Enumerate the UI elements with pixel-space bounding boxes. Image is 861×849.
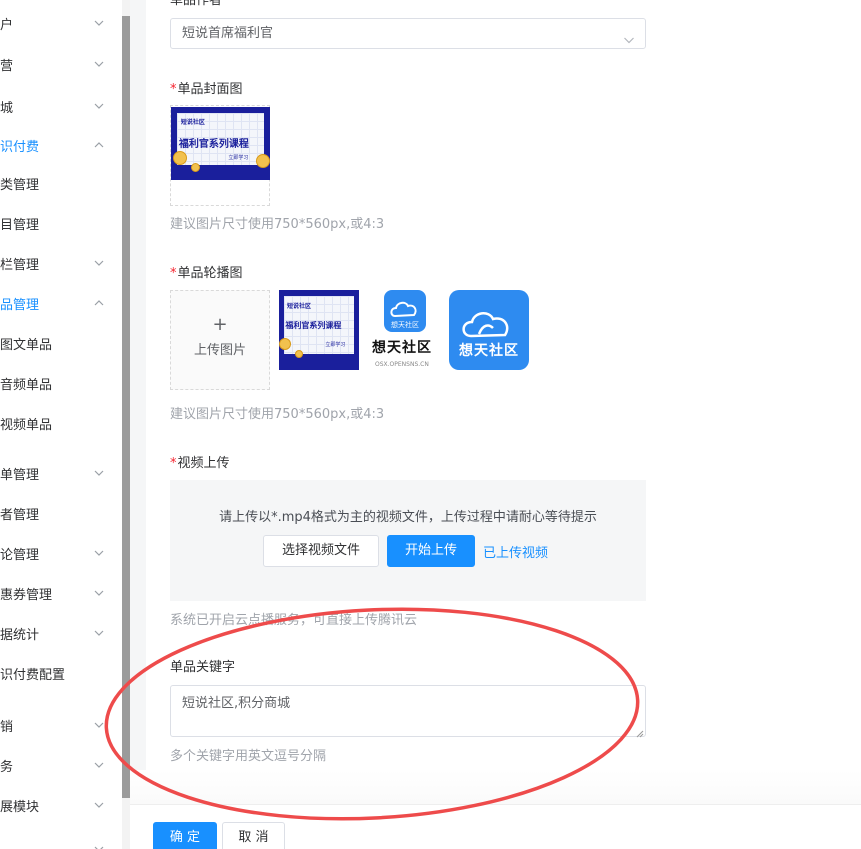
upload-image-label: 上传图片 [193,343,246,358]
chevron-down-icon [93,759,105,771]
sidebar-item[interactable]: 营 [0,44,122,84]
sidebar-item-label: 惠券管理 [0,587,53,603]
sidebar-scrollbar[interactable] [122,0,130,849]
sidebar-item[interactable]: 户 [0,3,122,43]
chevron-down-icon [93,547,105,559]
chevron-down-icon [93,587,105,599]
sidebar-item[interactable]: 品管理 [0,283,122,323]
required-mark: * [170,82,177,97]
sidebar-item-label: 论管理 [0,547,40,563]
sidebar-item-label: 务 [0,759,14,775]
sidebar-item-label: 图文单品 [0,337,53,353]
svg-text:想天社区: 想天社区 [391,320,419,329]
sidebar-scrollbar-thumb[interactable] [122,16,130,798]
chevron-down-icon [93,799,105,811]
chevron-down-icon [93,467,105,479]
carousel-image-logo-small[interactable]: 想天社区 想天社区 OSX.OPENSNS.CN [372,290,452,370]
confirm-button[interactable]: 确 定 [153,822,217,849]
chevron-up-icon [93,297,105,309]
sidebar-item-label: 单管理 [0,467,40,483]
sidebar-item[interactable]: 者管理 [0,493,122,533]
sidebar-item-label: 栏管理 [0,257,40,273]
product-form: 单品作者 短说首席福利官 *单品封面图 短说社区 福利官系列课程 立即学习 建议… [146,0,861,849]
sidebar-item[interactable]: 图文单品 [0,323,122,363]
cover-image-upload[interactable]: 短说社区 福利官系列课程 立即学习 [170,105,270,206]
chevron-down-icon [93,719,105,731]
sidebar-item[interactable]: 音频单品 [0,363,122,403]
keywords-hint: 多个关键字用英文逗号分隔 [170,749,327,764]
sidebar-item-label: 音频单品 [0,377,53,393]
chevron-up-icon [93,139,105,151]
sidebar-item[interactable]: 展模块 [0,785,122,825]
author-select-value: 短说首席福利官 [182,26,274,41]
author-select[interactable]: 短说首席福利官 [170,18,646,49]
chevron-down-icon [93,257,105,269]
sidebar-item[interactable]: 务 [0,745,122,785]
sidebar-item[interactable]: 据统计 [0,613,122,653]
chevron-down-icon [93,627,105,639]
cover-label: *单品封面图 [170,82,243,97]
chevron-down-icon [93,58,105,70]
carousel-label: *单品轮播图 [170,266,243,281]
carousel-image-poster[interactable]: 短说社区 福利官系列课程 立即学习 [279,290,359,370]
video-hint: 系统已开启云点播服务，可直接上传腾讯云 [170,613,418,628]
start-upload-button[interactable]: 开始上传 [387,535,475,567]
sidebar-item-label: 识付费 [0,139,40,155]
sidebar-item[interactable]: 栏管理 [0,243,122,283]
carousel-hint: 建议图片尺寸使用750*560px,或4:3 [170,407,385,422]
carousel-image-logo-large[interactable]: 想天社区 [449,290,529,370]
sidebar-item[interactable]: 目管理 [0,203,122,243]
sidebar-item-label: 识付费配置 [0,667,66,683]
cover-image: 短说社区 福利官系列课程 立即学习 [171,107,270,180]
keywords-textarea[interactable]: 短说社区,积分商城 [170,685,646,738]
sidebar-item[interactable]: 识付费配置 [0,653,122,693]
plus-icon: + [212,314,228,335]
sidebar-item[interactable]: 视频单品 [0,403,122,443]
resize-grip-icon[interactable] [636,727,644,738]
required-mark: * [170,266,177,281]
sidebar-item-label: 营 [0,58,14,74]
footer-shadow [130,770,861,804]
cover-hint: 建议图片尺寸使用750*560px,或4:3 [170,217,385,232]
video-upload-panel: 请上传以*.mp4格式为主的视频文件，上传过程中请耐心等待提示 选择视频文件 开… [170,480,646,601]
sidebar-item-label: 销 [0,719,14,735]
chevron-down-icon [93,100,105,112]
sidebar-menu: 户营城识付费类管理目管理栏管理品管理图文单品音频单品视频单品单管理者管理论管理惠… [0,0,122,849]
chevron-down-icon [93,843,105,849]
keywords-label: 单品关键字 [170,660,236,675]
sidebar-item-label: 据统计 [0,627,40,643]
sidebar-item-label: 视频单品 [0,417,53,433]
carousel-upload-button[interactable]: + 上传图片 [170,290,270,390]
sidebar-item-label: 展模块 [0,799,40,815]
video-upload-tip: 请上传以*.mp4格式为主的视频文件，上传过程中请耐心等待提示 [219,510,597,525]
sidebar-item[interactable]: 销 [0,705,122,745]
required-mark: * [170,456,177,471]
cancel-button[interactable]: 取 消 [222,822,285,849]
sidebar-item[interactable]: 论管理 [0,533,122,573]
sidebar-item[interactable]: 单管理 [0,453,122,493]
form-footer: 确 定 取 消 [130,804,861,849]
keywords-value: 短说社区,积分商城 [182,696,291,711]
sidebar-item-label: 户 [0,17,14,33]
sidebar-item[interactable]: 识付费 [0,125,122,165]
sidebar-item-label: 者管理 [0,507,40,523]
sidebar-item-label: 品管理 [0,297,40,313]
sidebar-item[interactable] [0,829,122,849]
video-label: *视频上传 [170,456,230,471]
sidebar-item[interactable]: 惠券管理 [0,573,122,613]
chevron-down-icon [93,17,105,29]
sidebar-item-label: 城 [0,100,14,116]
content-gutter [130,0,146,849]
author-label: 单品作者 [170,0,223,8]
select-video-button[interactable]: 选择视频文件 [263,535,379,567]
uploaded-video-link[interactable]: 已上传视频 [483,542,548,561]
chevron-down-icon [623,28,635,44]
sidebar-item[interactable]: 城 [0,86,122,126]
sidebar-item-label: 目管理 [0,217,40,233]
sidebar-item[interactable]: 类管理 [0,163,122,203]
sidebar-item-label: 类管理 [0,177,40,193]
